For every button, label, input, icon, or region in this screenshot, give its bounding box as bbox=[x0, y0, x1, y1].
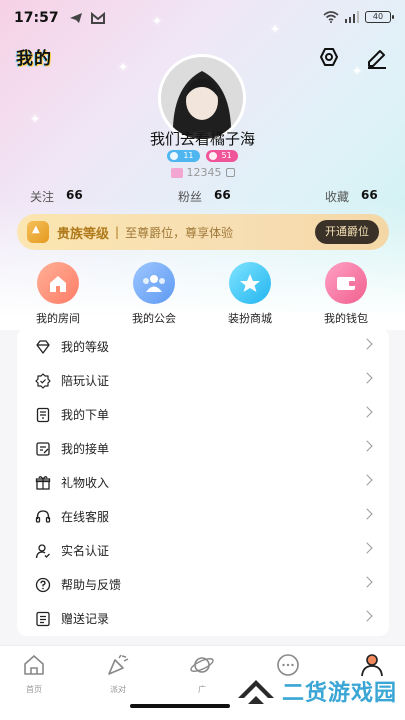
stats-row: 关注 66 粉丝 66 收藏 66 bbox=[0, 188, 405, 208]
quick-my-guild[interactable]: 我的公会 bbox=[114, 262, 194, 326]
badge-icon bbox=[208, 152, 217, 160]
page-title: 我的 bbox=[16, 49, 52, 69]
vip-title: 贵族等级 bbox=[57, 226, 110, 242]
chevron-right-icon bbox=[361, 508, 373, 520]
vip-description: 至尊爵位，尊享体验 bbox=[125, 225, 234, 240]
site-watermark: 二货游戏园 bbox=[236, 675, 397, 707]
level-badges: 11 51 bbox=[0, 150, 405, 162]
sparkle-decoration: ✦ bbox=[30, 112, 41, 126]
user-verify-icon bbox=[35, 543, 50, 558]
status-time: 17:57 bbox=[14, 10, 59, 26]
chevron-right-icon bbox=[361, 440, 373, 452]
party-tab-icon bbox=[108, 654, 129, 675]
home-tab-icon bbox=[24, 655, 44, 675]
home-icon bbox=[37, 262, 79, 304]
chevron-right-icon bbox=[361, 406, 373, 418]
status-bar: 17:57 40 bbox=[0, 0, 405, 36]
sparkle-decoration: ✦ bbox=[352, 64, 363, 78]
home-indicator bbox=[130, 704, 230, 708]
chevron-right-icon bbox=[361, 542, 373, 554]
diamond-icon bbox=[36, 339, 50, 354]
quick-my-wallet[interactable]: 我的钱包 bbox=[306, 262, 386, 326]
star-icon bbox=[229, 262, 271, 304]
user-id-row: 12345 bbox=[0, 166, 405, 179]
copy-icon[interactable] bbox=[225, 168, 235, 177]
chevron-right-icon bbox=[361, 338, 373, 350]
order-icon bbox=[36, 407, 50, 422]
edit-icon[interactable] bbox=[364, 44, 390, 70]
nickname: 我们去看橘子海 bbox=[149, 130, 255, 148]
menu-item-my-level[interactable]: 我的等级 bbox=[17, 330, 389, 363]
help-icon bbox=[35, 577, 51, 592]
chevron-right-icon bbox=[361, 372, 373, 384]
open-vip-button[interactable]: 开通爵位 bbox=[315, 220, 379, 244]
menu-item-real-name[interactable]: 实名认证 bbox=[17, 534, 389, 567]
gmail-icon bbox=[90, 12, 105, 24]
group-icon bbox=[133, 262, 175, 304]
watermark-logo-icon bbox=[237, 680, 274, 704]
wifi-icon bbox=[323, 11, 339, 23]
level-badge-pink: 51 bbox=[205, 150, 238, 162]
vip-separator: | bbox=[115, 225, 120, 239]
eye-icon[interactable] bbox=[316, 44, 342, 70]
avatar-photo bbox=[161, 57, 243, 139]
id-icon bbox=[170, 167, 183, 178]
menu-item-online-service[interactable]: 在线客服 bbox=[17, 500, 389, 533]
chevron-right-icon bbox=[361, 576, 373, 588]
tab-party[interactable]: 派对 bbox=[88, 652, 148, 695]
telegram-icon bbox=[69, 13, 82, 23]
menu-item-help-feedback[interactable]: 帮助与反馈 bbox=[17, 568, 389, 601]
tab-home[interactable]: 首页 bbox=[4, 652, 64, 695]
record-icon bbox=[36, 611, 50, 626]
planet-tab-icon bbox=[190, 657, 214, 673]
stat-fans[interactable]: 粉丝 66 bbox=[178, 188, 231, 205]
chevron-right-icon bbox=[361, 474, 373, 486]
quick-dressup-shop[interactable]: 装扮商城 bbox=[210, 262, 290, 326]
receive-order-icon bbox=[36, 441, 50, 456]
menu-list: 我的等级 陪玩认证 我的下单 我的接单 礼物收入 在线客服 实名认证 帮助与反馈 bbox=[17, 328, 389, 636]
headset-icon bbox=[35, 509, 51, 523]
crown-icon bbox=[27, 221, 49, 243]
signal-icon bbox=[345, 11, 359, 23]
menu-item-my-orders[interactable]: 我的下单 bbox=[17, 398, 389, 431]
quick-my-room[interactable]: 我的房间 bbox=[18, 262, 98, 326]
badge-check-icon bbox=[35, 372, 51, 389]
menu-item-gift-income[interactable]: 礼物收入 bbox=[17, 466, 389, 499]
menu-item-gift-records[interactable]: 赠送记录 bbox=[17, 602, 389, 635]
sparkle-decoration: ✦ bbox=[118, 60, 129, 74]
menu-item-companion-cert[interactable]: 陪玩认证 bbox=[17, 364, 389, 397]
stat-following[interactable]: 关注 66 bbox=[30, 188, 83, 205]
menu-item-received-orders[interactable]: 我的接单 bbox=[17, 432, 389, 465]
battery-icon: 40 bbox=[365, 11, 394, 23]
user-id: 12345 bbox=[186, 166, 222, 179]
tab-square[interactable]: 广 bbox=[172, 652, 232, 695]
gift-icon bbox=[35, 475, 51, 490]
level-badge-blue: 11 bbox=[167, 150, 200, 162]
stat-favorites[interactable]: 收藏 66 bbox=[325, 188, 378, 205]
watermark-text: 二货游戏园 bbox=[281, 681, 397, 706]
wallet-icon bbox=[325, 262, 367, 304]
chevron-right-icon bbox=[361, 610, 373, 622]
vip-banner[interactable]: 贵族等级 | 至尊爵位，尊享体验 开通爵位 bbox=[17, 214, 389, 250]
badge-icon bbox=[170, 152, 179, 160]
